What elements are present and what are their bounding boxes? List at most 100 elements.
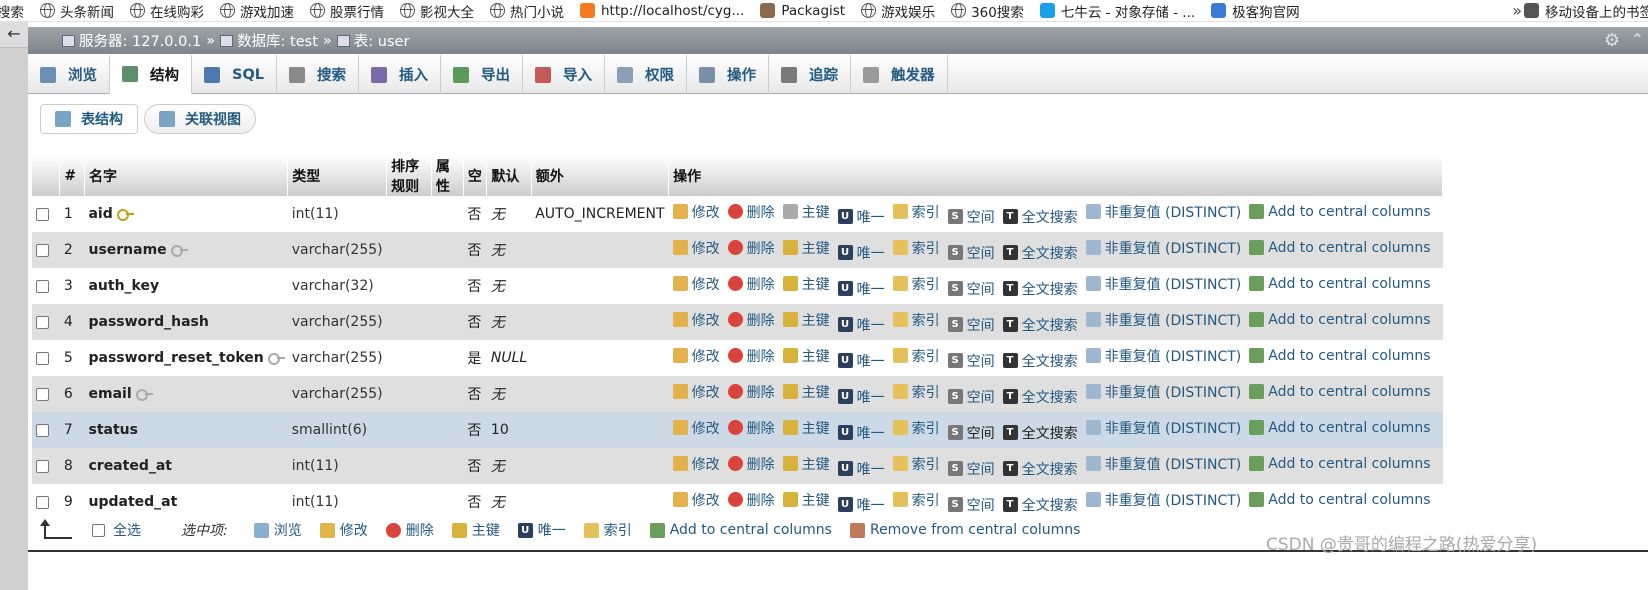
- bookmark-item[interactable]: 热门小说: [490, 1, 564, 21]
- bulk-add-central-button[interactable]: Add to central columns: [649, 522, 832, 538]
- header-null[interactable]: 空: [463, 156, 488, 196]
- action-unique-link[interactable]: U 唯一: [837, 459, 885, 479]
- header-type[interactable]: 类型: [287, 156, 388, 196]
- action-spatial-link[interactable]: S 空间: [947, 207, 995, 227]
- action-distinct-link[interactable]: 非重复值 (DISTINCT): [1085, 346, 1241, 366]
- bulk-index-button[interactable]: 索引: [583, 520, 632, 540]
- row-checkbox[interactable]: [36, 207, 49, 221]
- bookmark-item[interactable]: 极客狗官网: [1211, 1, 1300, 21]
- bookmark-item[interactable]: 搜索: [0, 1, 24, 21]
- action-drop-link[interactable]: 删除: [727, 490, 775, 510]
- action-fulltext-link[interactable]: T 全文搜索: [1002, 459, 1078, 479]
- bookmark-item[interactable]: Packagist: [760, 3, 845, 19]
- action-unique-link[interactable]: U 唯一: [837, 279, 885, 299]
- action-primary-link[interactable]: 主键: [782, 310, 830, 330]
- action-edit-link[interactable]: 修改: [672, 418, 720, 438]
- tab-8[interactable]: 操作: [687, 55, 770, 94]
- action-distinct-link[interactable]: 非重复值 (DISTINCT): [1085, 382, 1241, 402]
- bookmark-item[interactable]: 360搜索: [951, 1, 1024, 21]
- action-primary-link[interactable]: 主键: [782, 418, 830, 438]
- action-edit-link[interactable]: 修改: [672, 274, 720, 294]
- header-name[interactable]: 名字: [84, 156, 289, 196]
- action-drop-link[interactable]: 删除: [727, 454, 775, 474]
- action-unique-link[interactable]: U 唯一: [837, 387, 885, 407]
- action-unique-link[interactable]: U 唯一: [837, 207, 885, 227]
- action-index-link[interactable]: 索引: [892, 454, 940, 474]
- action-spatial-link[interactable]: S 空间: [947, 495, 995, 515]
- action-edit-link[interactable]: 修改: [672, 238, 720, 258]
- action-central-link[interactable]: Add to central columns: [1249, 348, 1431, 364]
- action-unique-link[interactable]: U 唯一: [837, 243, 885, 263]
- action-distinct-link[interactable]: 非重复值 (DISTINCT): [1085, 274, 1241, 294]
- action-edit-link[interactable]: 修改: [672, 310, 720, 330]
- row-checkbox[interactable]: [36, 279, 49, 293]
- action-primary-link[interactable]: 主键: [782, 346, 830, 366]
- row-checkbox[interactable]: [36, 387, 49, 401]
- bookmark-item[interactable]: 游戏加速: [220, 1, 294, 21]
- action-primary-link[interactable]: 主键: [782, 382, 830, 402]
- action-distinct-link[interactable]: 非重复值 (DISTINCT): [1085, 238, 1241, 258]
- action-index-link[interactable]: 索引: [892, 346, 940, 366]
- header-num[interactable]: #: [59, 156, 85, 196]
- bookmark-item[interactable]: 头条新闻: [40, 1, 114, 21]
- action-spatial-link[interactable]: S 空间: [947, 459, 995, 479]
- breadcrumb-server[interactable]: 服务器: 127.0.0.1: [79, 30, 201, 51]
- action-central-link[interactable]: Add to central columns: [1249, 456, 1431, 472]
- breadcrumb-table[interactable]: 表: user: [354, 30, 410, 51]
- row-checkbox[interactable]: [36, 315, 49, 329]
- action-fulltext-link[interactable]: T 全文搜索: [1002, 423, 1078, 443]
- action-index-link[interactable]: 索引: [892, 310, 940, 330]
- row-checkbox[interactable]: [36, 243, 49, 257]
- bookmark-item[interactable]: 七牛云 - 对象存储 - ...: [1039, 1, 1195, 21]
- action-spatial-link[interactable]: S 空间: [947, 351, 995, 371]
- action-distinct-link[interactable]: 非重复值 (DISTINCT): [1085, 310, 1241, 330]
- subtab-relation-view[interactable]: 关联视图: [144, 104, 256, 134]
- bookmark-item[interactable]: http://localhost/cyg...: [580, 3, 744, 19]
- action-index-link[interactable]: 索引: [892, 238, 940, 258]
- action-edit-link[interactable]: 修改: [672, 346, 720, 366]
- action-distinct-link[interactable]: 非重复值 (DISTINCT): [1085, 490, 1241, 510]
- action-drop-link[interactable]: 删除: [727, 418, 775, 438]
- bookmark-item[interactable]: 移动设备上的书签: [1524, 1, 1648, 21]
- action-primary-link[interactable]: 主键: [782, 238, 830, 258]
- action-fulltext-link[interactable]: T 全文搜索: [1002, 495, 1078, 515]
- check-all-label[interactable]: 全选: [113, 520, 141, 540]
- bulk-browse-button[interactable]: 浏览: [253, 520, 302, 540]
- bookmark-item[interactable]: 在线购彩: [130, 1, 204, 21]
- row-checkbox[interactable]: [36, 459, 49, 473]
- action-fulltext-link[interactable]: T 全文搜索: [1002, 207, 1078, 227]
- action-central-link[interactable]: Add to central columns: [1249, 312, 1431, 328]
- tab-10[interactable]: 触发器: [851, 55, 948, 94]
- action-drop-link[interactable]: 删除: [727, 238, 775, 258]
- action-drop-link[interactable]: 删除: [727, 274, 775, 294]
- action-edit-link[interactable]: 修改: [672, 454, 720, 474]
- tab-7[interactable]: 权限: [605, 55, 688, 94]
- action-fulltext-link[interactable]: T 全文搜索: [1002, 243, 1078, 263]
- tab-9[interactable]: 追踪: [769, 55, 852, 94]
- bookmark-item[interactable]: 股票行情: [310, 1, 384, 21]
- bulk-remove-central-button[interactable]: Remove from central columns: [849, 522, 1080, 538]
- action-primary-link[interactable]: 主键: [782, 490, 830, 510]
- row-checkbox[interactable]: [36, 423, 49, 437]
- collapse-icon[interactable]: ⌃: [1631, 30, 1644, 49]
- action-fulltext-link[interactable]: T 全文搜索: [1002, 279, 1078, 299]
- action-drop-link[interactable]: 删除: [727, 346, 775, 366]
- header-collation[interactable]: 排序规则: [386, 156, 432, 196]
- subtab-table-structure[interactable]: 表结构: [40, 104, 138, 134]
- check-all-checkbox[interactable]: [92, 523, 105, 537]
- header-default[interactable]: 默认: [486, 156, 532, 196]
- action-spatial-link[interactable]: S 空间: [947, 423, 995, 443]
- action-central-link[interactable]: Add to central columns: [1249, 276, 1431, 292]
- action-edit-link[interactable]: 修改: [672, 490, 720, 510]
- action-distinct-link[interactable]: 非重复值 (DISTINCT): [1085, 418, 1241, 438]
- action-edit-link[interactable]: 修改: [672, 382, 720, 402]
- bulk-unique-button[interactable]: U 唯一: [517, 520, 566, 540]
- bulk-edit-button[interactable]: 修改: [319, 520, 368, 540]
- action-fulltext-link[interactable]: T 全文搜索: [1002, 315, 1078, 335]
- action-spatial-link[interactable]: S 空间: [947, 315, 995, 335]
- expand-navigation-icon[interactable]: ←: [0, 22, 28, 48]
- action-primary-link[interactable]: 主键: [782, 274, 830, 294]
- tab-3[interactable]: 搜索: [277, 55, 360, 94]
- action-unique-link[interactable]: U 唯一: [837, 315, 885, 335]
- tab-1[interactable]: 结构: [110, 55, 192, 94]
